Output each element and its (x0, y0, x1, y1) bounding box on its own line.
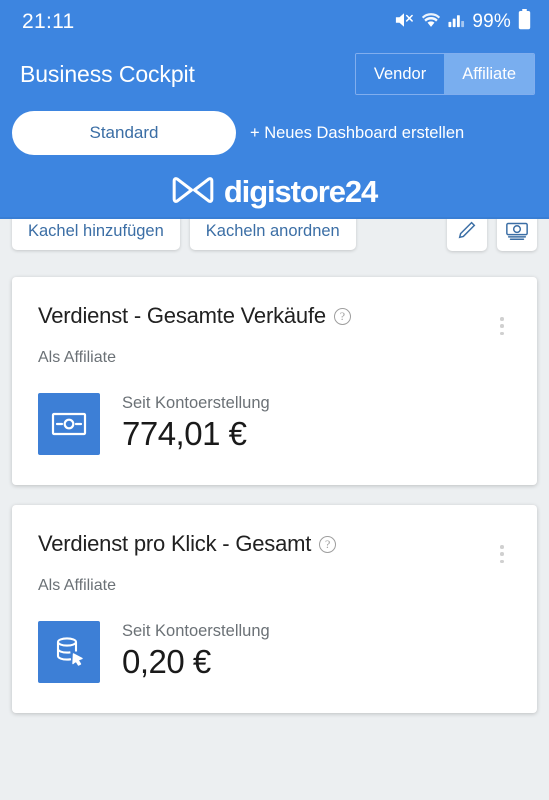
kebab-dot (500, 545, 504, 549)
tile-metric: Seit Kontoerstellung 774,01 € (38, 393, 511, 455)
kebab-dot (500, 552, 504, 556)
tile-card[interactable]: Verdienst - Gesamte Verkäufe ? Als Affil… (12, 277, 537, 485)
title-row: Business Cockpit Vendor Affiliate (0, 44, 549, 104)
brand-name: digistore24 (223, 174, 378, 209)
wifi-icon (421, 12, 441, 33)
status-bar: 21:11 99% (0, 0, 549, 44)
tile-metric: Seit Kontoerstellung 0,20 € (38, 621, 511, 683)
role-toggle[interactable]: Vendor Affiliate (354, 53, 535, 95)
tile-metric-texts: Seit Kontoerstellung 774,01 € (122, 393, 270, 453)
header-shadow (0, 217, 549, 219)
battery-percent: 99% (472, 11, 511, 32)
banknote-icon (38, 393, 100, 455)
camera-icon (505, 219, 529, 244)
tile-menu-button[interactable] (493, 543, 511, 565)
tile-metric-value: 0,20 € (122, 643, 211, 680)
tile-header: Verdienst - Gesamte Verkäufe ? (38, 303, 511, 329)
tile-menu-button[interactable] (493, 315, 511, 337)
status-time: 21:11 (22, 10, 75, 33)
app-header: 21:11 99% Business Cockpit Vendor Affili… (0, 0, 549, 219)
help-icon[interactable]: ? (333, 307, 351, 325)
tile-card[interactable]: Verdienst pro Klick - Gesamt ? Als Affil… (12, 505, 537, 713)
help-icon[interactable]: ? (319, 535, 337, 553)
tile-metric-value: 774,01 € (122, 415, 247, 452)
tile-title: Verdienst pro Klick - Gesamt (38, 531, 312, 556)
battery-icon (518, 9, 531, 35)
pencil-icon (456, 219, 478, 244)
kebab-dot (500, 331, 504, 335)
tile-list: Verdienst - Gesamte Verkäufe ? Als Affil… (0, 277, 549, 733)
signal-icon (448, 12, 465, 33)
tile-role-label: Als Affiliate (38, 349, 116, 366)
kebab-dot (500, 317, 504, 321)
kebab-dot (500, 559, 504, 563)
brand-logo: digistore24 (0, 164, 549, 219)
tile-header: Verdienst pro Klick - Gesamt ? (38, 531, 511, 557)
kebab-dot (500, 324, 504, 328)
digistore-bowtie-icon (172, 174, 214, 211)
dashboard-row: Standard + Neues Dashboard erstellen (0, 104, 549, 162)
tile-title: Verdienst - Gesamte Verkäufe (38, 303, 326, 328)
role-toggle-affiliate[interactable]: Affiliate (444, 54, 534, 94)
role-toggle-vendor[interactable]: Vendor (355, 54, 445, 94)
status-indicators: 99% (394, 9, 531, 35)
dashboard-standard-button[interactable]: Standard (12, 111, 236, 155)
tile-metric-texts: Seit Kontoerstellung 0,20 € (122, 621, 270, 681)
page-title: Business Cockpit (20, 60, 195, 87)
new-dashboard-link[interactable]: + Neues Dashboard erstellen (250, 124, 464, 143)
tile-role-label: Als Affiliate (38, 577, 116, 594)
database-click-icon (38, 621, 100, 683)
mute-icon (394, 11, 414, 34)
tile-metric-label: Seit Kontoerstellung (122, 622, 270, 640)
tile-metric-label: Seit Kontoerstellung (122, 394, 270, 412)
